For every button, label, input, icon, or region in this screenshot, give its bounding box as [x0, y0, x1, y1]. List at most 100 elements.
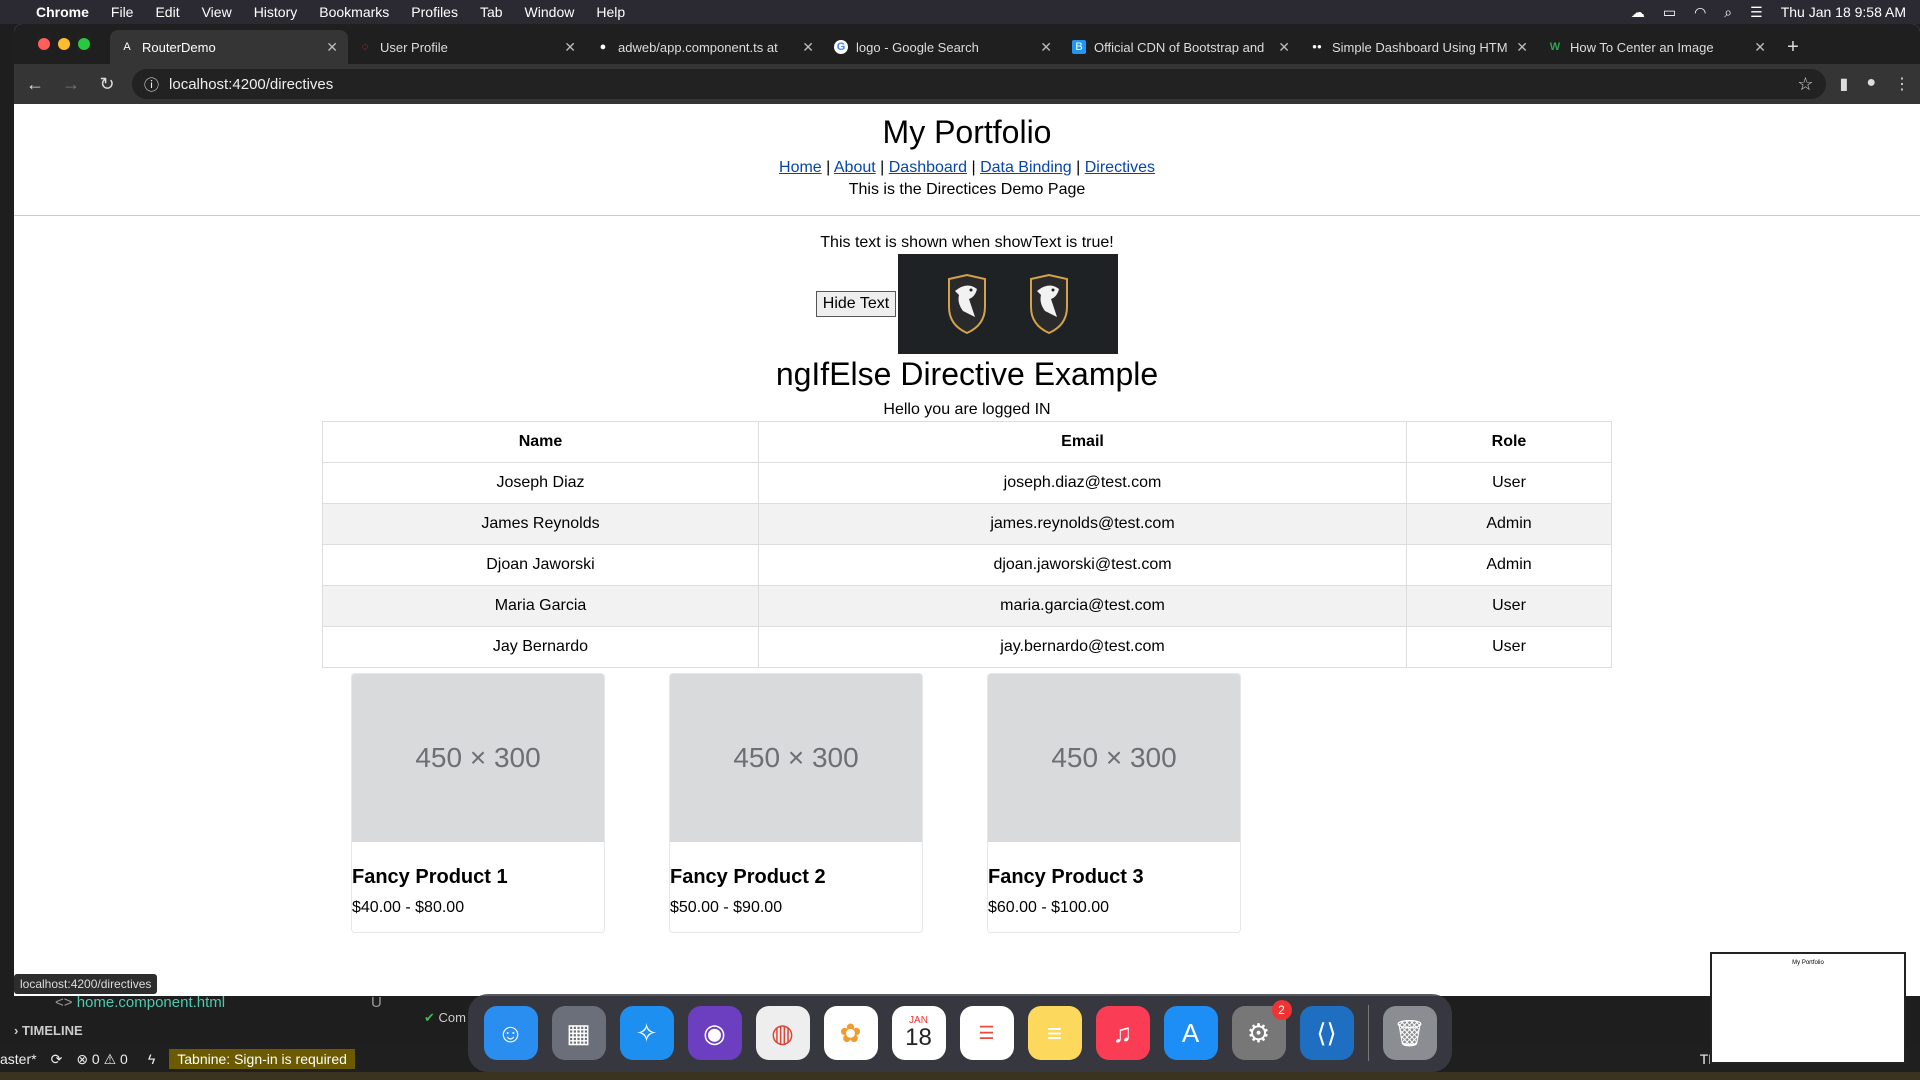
bookmark-star-icon[interactable]: ☆ [1797, 74, 1813, 95]
dock-separator [1367, 1005, 1369, 1061]
column-header-name: Name [322, 421, 759, 463]
browser-tab[interactable]: A RouterDemo ✕ [110, 30, 348, 64]
menu-file[interactable]: File [111, 4, 134, 20]
control-center-icon[interactable]: ☰ [1750, 4, 1763, 21]
browser-tab[interactable]: ● adweb/app.component.ts at ✕ [586, 30, 824, 64]
chrome-icon[interactable]: ◍ [755, 1006, 810, 1060]
search-icon[interactable]: ⌕ [1724, 4, 1732, 21]
menu-help[interactable]: Help [596, 4, 625, 20]
nav-link-home[interactable]: Home [779, 159, 822, 176]
cell-name: Jay Bernardo [322, 626, 759, 668]
profile-avatar-icon[interactable]: ● [1866, 74, 1876, 94]
window-preview-thumbnail[interactable]: My Portfolio [1710, 952, 1906, 1064]
close-tab-icon[interactable]: ✕ [326, 39, 338, 56]
product-card[interactable]: 450 × 300 Fancy Product 1 $40.00 - $80.0… [351, 673, 605, 933]
zoom-window-button[interactable] [78, 38, 90, 50]
cell-email: maria.garcia@test.com [758, 585, 1407, 627]
site-info-icon[interactable]: ⓘ [144, 74, 159, 95]
git-branch[interactable]: aster* [0, 1051, 37, 1067]
cloud-icon[interactable]: ☁ [1631, 4, 1645, 21]
browser-tab[interactable]: ●● Simple Dashboard Using HTM ✕ [1300, 30, 1538, 64]
system-settings-icon[interactable]: ⚙ 2 [1231, 1000, 1292, 1060]
menu-profiles[interactable]: Profiles [411, 4, 458, 20]
photos-icon[interactable]: ✿ [823, 1006, 878, 1060]
new-tab-button[interactable]: + [1776, 30, 1810, 64]
nav-link-about[interactable]: About [834, 159, 876, 176]
nav-link-directives[interactable]: Directives [1085, 159, 1155, 176]
display-icon[interactable]: ▭ [1663, 4, 1676, 21]
calendar-day: 18 [905, 1024, 932, 1051]
browser-tab[interactable]: B Official CDN of Bootstrap and ✕ [1062, 30, 1300, 64]
browser-tab[interactable]: G logo - Google Search ✕ [824, 30, 1062, 64]
product-image-placeholder: 450 × 300 [352, 674, 604, 842]
close-tab-icon[interactable]: ✕ [1516, 39, 1528, 56]
header-divider [14, 215, 1920, 216]
menu-clock[interactable]: Thu Jan 18 9:58 AM [1781, 4, 1906, 20]
close-tab-icon[interactable]: ✕ [1278, 39, 1290, 56]
close-tab-icon[interactable]: ✕ [802, 39, 814, 56]
reload-icon[interactable]: ↻ [96, 74, 118, 95]
app-store-icon[interactable]: A [1163, 1006, 1218, 1060]
profile-icon: ◌ [361, 41, 369, 53]
menu-view[interactable]: View [202, 4, 232, 20]
table-row: James Reynolds james.reynolds@test.com A… [322, 503, 1612, 545]
tab-title: User Profile [380, 39, 448, 55]
close-window-button[interactable] [38, 38, 50, 50]
menu-app-name[interactable]: Chrome [36, 4, 89, 20]
notes-icon[interactable]: ≡ [1027, 1006, 1082, 1060]
explorer-file-item[interactable]: <> home.component.html U [55, 994, 382, 1011]
nav-link-data-binding[interactable]: Data Binding [980, 159, 1072, 176]
google-icon: G [834, 40, 848, 54]
back-icon[interactable]: ← [24, 74, 46, 95]
chevron-right-icon: › [14, 1023, 19, 1038]
music-icon[interactable]: ♫ [1095, 1006, 1150, 1060]
menu-window[interactable]: Window [525, 4, 575, 20]
tab-strip: A RouterDemo ✕ ◌ User Profile ✕ ● adweb/… [14, 24, 1920, 64]
table-row: Jay Bernardo jay.bernardo@test.com User [322, 626, 1612, 668]
address-bar[interactable]: ⓘ localhost:4200/directives ☆ [132, 69, 1826, 99]
menu-bookmarks[interactable]: Bookmarks [319, 4, 389, 20]
vscode-icon[interactable]: ⟨⟩ [1299, 1006, 1354, 1060]
finder-icon[interactable]: ☺ [483, 1006, 538, 1060]
page-subtitle: This is the Directices Demo Page [848, 181, 1086, 198]
cell-email: djoan.jaworski@test.com [758, 544, 1407, 586]
tabnine-status[interactable]: Tabnine: Sign-in is required [169, 1049, 355, 1069]
tab-title: Official CDN of Bootstrap and [1094, 39, 1265, 55]
browser-menu-icon[interactable]: ⋮ [1894, 74, 1910, 94]
launchpad-icon[interactable]: ▦ [551, 1006, 606, 1060]
timeline-section[interactable]: › TIMELINE [14, 1023, 83, 1038]
problems-indicator[interactable]: ⊗ 0 ⚠ 0 [76, 1051, 128, 1068]
product-name: Fancy Product 2 [670, 866, 826, 888]
trash-icon[interactable]: 🗑 [1382, 1006, 1437, 1060]
calendar-icon[interactable]: JAN 18 [891, 1006, 946, 1060]
hide-text-button[interactable]: Hide Text [815, 291, 897, 317]
bootstrap-cdn-icon: B [1072, 40, 1086, 54]
browser-tab[interactable]: ◌ User Profile ✕ [348, 30, 586, 64]
browser-tab[interactable]: W How To Center an Image ✕ [1538, 30, 1776, 64]
menu-edit[interactable]: Edit [155, 4, 179, 20]
angular-icon: A [123, 41, 131, 53]
window-controls [38, 38, 90, 50]
nav-link-dashboard[interactable]: Dashboard [889, 159, 967, 176]
reminders-icon[interactable]: ☰ [959, 1006, 1014, 1060]
firefox-icon[interactable]: ◉ [687, 1006, 742, 1060]
lightning-icon[interactable]: ϟ [148, 1051, 155, 1067]
forward-icon[interactable]: → [60, 74, 82, 95]
wifi-icon[interactable]: ◠ [1694, 4, 1706, 21]
close-tab-icon[interactable]: ✕ [1040, 39, 1052, 56]
login-status-text: Hello you are logged IN [883, 401, 1051, 418]
close-tab-icon[interactable]: ✕ [1754, 39, 1766, 56]
product-card[interactable]: 450 × 300 Fancy Product 2 $50.00 - $90.0… [669, 673, 923, 933]
close-tab-icon[interactable]: ✕ [564, 39, 576, 56]
sync-icon[interactable]: ⟳ [51, 1051, 63, 1068]
cell-role: User [1406, 462, 1612, 504]
menu-history[interactable]: History [254, 4, 298, 20]
side-panel-icon[interactable]: ▮ [1840, 74, 1849, 94]
minimize-window-button[interactable] [58, 38, 70, 50]
safari-icon[interactable]: ✧ [619, 1006, 674, 1060]
product-card[interactable]: 450 × 300 Fancy Product 3 $60.00 - $100.… [987, 673, 1241, 933]
column-header-role: Role [1406, 421, 1612, 463]
menu-tab[interactable]: Tab [480, 4, 503, 20]
macos-menu-bar: Chrome File Edit View History Bookmarks … [0, 0, 1920, 24]
w3schools-icon: W [1549, 41, 1561, 53]
